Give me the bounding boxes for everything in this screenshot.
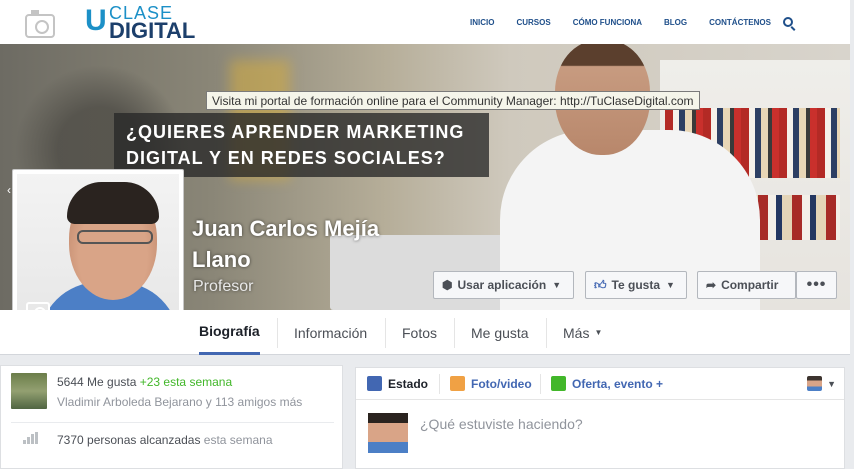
share-label: Compartir — [721, 278, 779, 292]
nav-como-funciona[interactable]: CÓMO FUNCIONA — [573, 18, 642, 27]
tab-me-gusta[interactable]: Me gusta — [471, 310, 529, 355]
status-input[interactable]: ¿Qué estuviste haciendo? — [420, 416, 583, 432]
tab-informacion[interactable]: Información — [294, 310, 367, 355]
composer-divider — [540, 374, 541, 394]
brand-mark-icon: U — [85, 4, 107, 37]
composer-tab-label: Oferta, evento + — [572, 376, 664, 391]
use-app-button[interactable]: ⬢ Usar aplicación ▼ — [433, 271, 574, 299]
composer-tabs: Estado Foto/video Oferta, evento + ▼ — [356, 368, 844, 400]
composer-tab-offer[interactable]: Oferta, evento + — [551, 376, 663, 391]
brand-bottom-text: DIGITAL — [109, 18, 196, 43]
site-nav: INICIO CURSOS CÓMO FUNCIONA BLOG CONTÁCT… — [470, 14, 793, 30]
reach-week: esta semana — [203, 433, 273, 447]
tab-fotos[interactable]: Fotos — [402, 310, 437, 355]
bar-chart-icon — [23, 432, 38, 444]
headline-line-2: DIGITAL Y EN REDES SOCIALES? — [126, 148, 446, 168]
nav-inicio[interactable]: INICIO — [470, 18, 494, 27]
friend-thumbnail[interactable] — [11, 373, 47, 409]
caret-down-icon[interactable]: ▼ — [827, 379, 836, 389]
composer-tab-label: Foto/video — [471, 376, 532, 391]
profile-name-line-2: Llano — [192, 247, 251, 272]
photo-icon — [450, 376, 465, 391]
post-as-avatar[interactable] — [807, 376, 822, 391]
reach-total: 7370 personas alcanzadas — [57, 433, 201, 447]
caret-down-icon: ▼ — [594, 328, 603, 337]
cover-tooltip: Visita mi portal de formación online par… — [206, 91, 700, 110]
tab-label: Me gusta — [471, 324, 529, 341]
tab-divider — [546, 318, 547, 348]
use-app-label: Usar aplicación — [457, 278, 547, 292]
caret-down-icon: ▼ — [666, 280, 675, 290]
like-label: Te gusta — [611, 278, 660, 292]
cube-icon: ⬢ — [442, 278, 453, 292]
offer-icon — [551, 376, 566, 391]
divider — [11, 422, 334, 423]
likes-total: 5644 Me gusta — [57, 375, 137, 389]
share-button[interactable]: ➦ Compartir — [697, 271, 796, 299]
caret-down-icon: ▼ — [552, 280, 562, 290]
tab-biografia[interactable]: Biografía — [199, 310, 260, 355]
like-button[interactable]: 👍︎ Te gusta ▼ — [585, 271, 687, 299]
profile-photo-hair — [67, 182, 159, 224]
nav-blog[interactable]: BLOG — [664, 18, 687, 27]
reach-count: 7370 personas alcanzadas esta semana — [57, 433, 273, 447]
share-arrow-icon: ➦ — [706, 278, 717, 292]
profile-category[interactable]: Profesor — [193, 278, 253, 296]
pencil-icon — [367, 376, 382, 391]
more-options-button[interactable]: ••• — [796, 271, 837, 299]
chevron-left-icon[interactable]: ‹ — [7, 183, 11, 197]
site-header: U CLASE DIGITAL INICIO CURSOS CÓMO FUNCI… — [0, 0, 850, 44]
composer-user-avatar — [368, 413, 408, 453]
tab-label: Información — [294, 324, 368, 341]
nav-contactenos[interactable]: CONTÁCTENOS — [709, 18, 771, 27]
likes-week: +23 esta semana — [139, 375, 233, 389]
tab-mas[interactable]: Más ▼ — [563, 310, 602, 355]
friends-like-text[interactable]: Vladimir Arboleda Bejarano y 113 amigos … — [57, 395, 302, 409]
headline-line-1: ¿QUIERES APRENDER MARKETING — [126, 122, 465, 142]
thumbs-up-icon: 👍︎ — [594, 277, 607, 292]
tab-divider — [277, 318, 278, 348]
tab-divider — [385, 318, 386, 348]
composer-divider — [439, 374, 440, 394]
tab-divider — [454, 318, 455, 348]
tab-label: Biografía — [199, 323, 260, 339]
profile-name-line-1: Juan Carlos Mejía — [192, 216, 380, 241]
tab-label: Fotos — [402, 324, 438, 341]
tab-label: Más — [563, 324, 590, 341]
profile-tabs: Biografía Información Fotos Me gusta Más… — [0, 310, 850, 355]
profile-photo-glasses — [77, 230, 153, 244]
composer-tab-photo[interactable]: Foto/video — [450, 376, 532, 391]
search-icon[interactable] — [782, 17, 793, 27]
page-stats-card: 5644 Me gusta +23 esta semana Vladimir A… — [0, 365, 343, 469]
composer-tab-status[interactable]: Estado — [367, 376, 428, 391]
nav-cursos[interactable]: CURSOS — [516, 18, 550, 27]
profile-name[interactable]: Juan Carlos Mejía Llano — [192, 213, 379, 275]
camera-icon[interactable] — [25, 10, 55, 38]
cover-headline: ¿QUIERES APRENDER MARKETING DIGITAL Y EN… — [114, 113, 489, 177]
likes-count: 5644 Me gusta +23 esta semana — [57, 375, 232, 389]
composer-tab-label: Estado — [388, 376, 429, 391]
post-composer: Estado Foto/video Oferta, evento + ▼ ¿Qu… — [355, 367, 845, 469]
